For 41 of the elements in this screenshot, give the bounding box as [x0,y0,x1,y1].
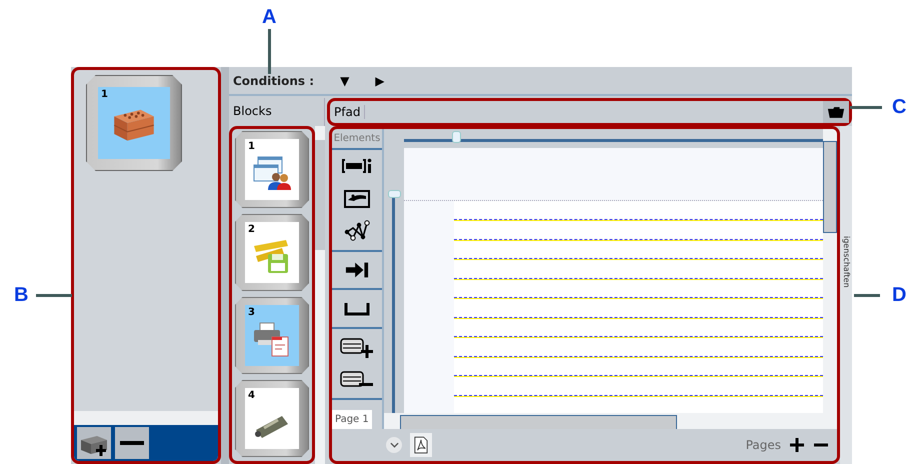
callout-label: D [892,284,906,307]
folder-button[interactable] [823,101,849,123]
block-number: 2 [248,224,255,235]
vertical-scrollbar[interactable] [315,126,325,464]
block-number: 1 [101,89,108,100]
block-tile[interactable]: 3 [235,297,309,374]
add-page-icon[interactable] [789,437,805,453]
block-number: 1 [248,141,255,152]
block-tile[interactable]: 2 [235,214,309,291]
callout-label: B [14,284,28,307]
conditions-toggle[interactable]: ▼ [340,74,350,88]
callout-label: A [262,6,276,29]
windows-users-icon [252,154,292,190]
horizontal-scrollbar[interactable] [384,413,823,429]
leader-line [854,294,880,297]
remove-block-button[interactable] [115,427,149,459]
properties-side-tab[interactable]: igenschaften [840,126,852,464]
horizontal-scrollbar[interactable] [74,411,218,425]
block-tile[interactable]: 1 [86,75,182,171]
pdf-icon[interactable] [410,433,432,457]
dropdown-button[interactable] [386,437,402,453]
minus-icon [120,441,144,445]
vertical-scrollbar[interactable] [823,129,837,429]
page-field[interactable]: Page 1 [332,410,372,430]
chevron-down-icon [390,442,398,448]
horizontal-ruler[interactable] [404,129,823,142]
callout-label: C [892,96,906,119]
conditions-label: Conditions : [233,74,314,88]
conditions-toggle[interactable]: ▶ [375,74,385,88]
elements-header: Elements [332,129,382,150]
block-tile[interactable]: 1 [235,131,309,208]
path-label: Pfad [330,105,366,119]
add-block-button[interactable] [77,427,111,459]
leader-line [850,106,882,109]
leader-line [36,294,72,297]
splitter-handle[interactable] [221,67,229,464]
pages-label: Pages [746,438,781,452]
block-number: 4 [248,390,255,401]
block-number: 3 [248,307,255,318]
block-tile[interactable]: 4 [235,380,309,457]
folder-icon [827,106,845,118]
